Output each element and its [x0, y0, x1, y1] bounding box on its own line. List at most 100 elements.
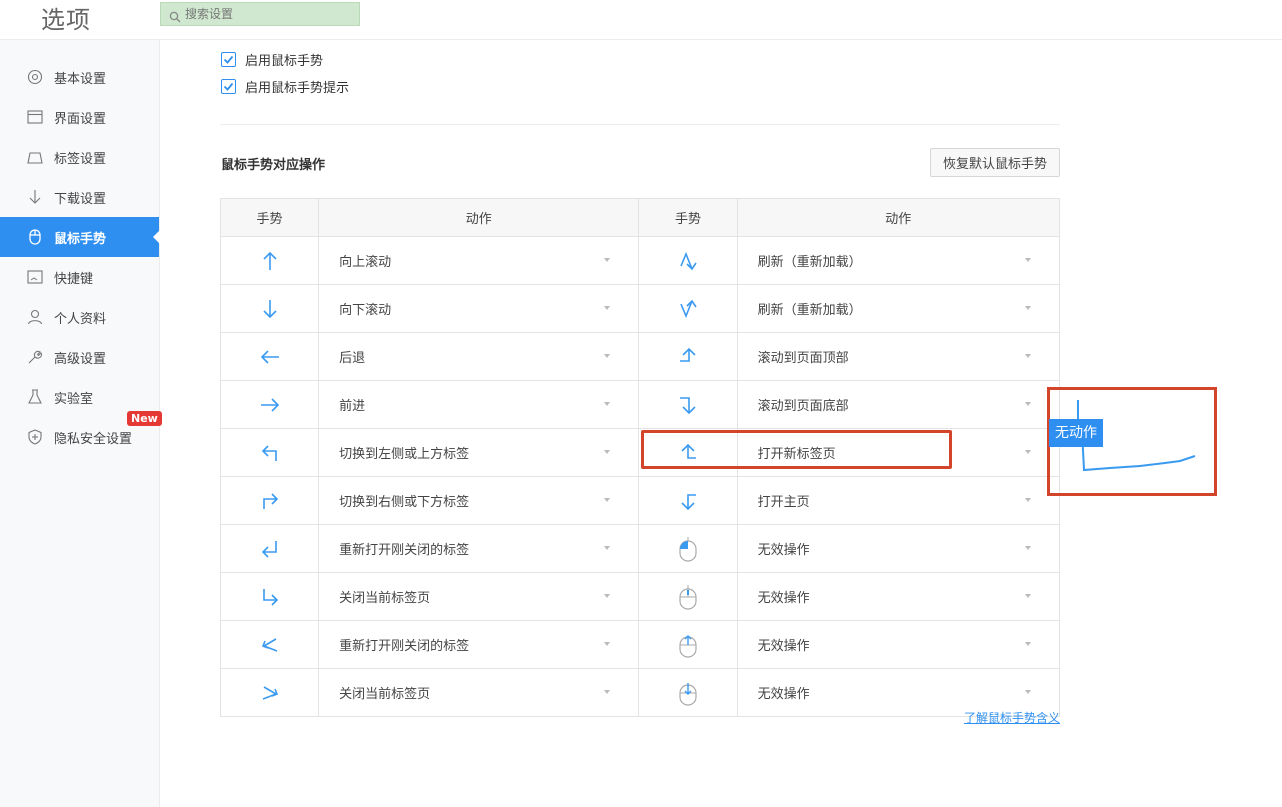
- chevron-down-icon: [1025, 642, 1031, 646]
- sidebar-item-label: 高级设置: [54, 351, 107, 367]
- keyboard-icon: [26, 268, 44, 286]
- column-header-gesture: 手势: [638, 198, 738, 237]
- sidebar-item-interface[interactable]: 界面设置: [0, 97, 159, 137]
- wrench-icon: [26, 348, 44, 366]
- action-select[interactable]: 前进: [319, 381, 638, 428]
- sidebar-item-profile[interactable]: 个人资料: [0, 297, 159, 337]
- chevron-down-icon: [604, 402, 611, 406]
- table-row: 重新打开刚关闭的标签 无效操作: [219, 524, 1061, 573]
- enable-gesture-hints-label: 启用鼠标手势提示: [245, 81, 350, 96]
- chevron-down-icon: [1025, 594, 1031, 598]
- sidebar-item-download[interactable]: 下载设置: [0, 177, 159, 217]
- action-select[interactable]: 关闭当前标签页: [319, 669, 638, 716]
- enable-gesture-hints-checkbox[interactable]: [221, 79, 236, 94]
- action-select[interactable]: 无效操作: [738, 573, 1059, 620]
- chevron-down-icon: [1025, 306, 1031, 310]
- sidebar-item-label: 鼠标手势: [54, 231, 107, 247]
- action-select-value: 滚动到页面底部: [757, 399, 849, 414]
- action-select-value: 关闭当前标签页: [339, 591, 431, 606]
- sidebar-item-label: 快捷键: [54, 271, 94, 287]
- flask-icon: [26, 388, 44, 406]
- sidebar-item-label: 实验室: [54, 391, 94, 407]
- arrow-left-icon: [259, 349, 281, 364]
- action-select[interactable]: 无效操作: [738, 621, 1059, 668]
- action-select-value: 重新打开刚关闭的标签: [339, 543, 470, 558]
- mouse-wheel-down-icon: [677, 682, 699, 706]
- gesture-left-down-icon: [677, 493, 699, 510]
- divider: [220, 124, 1060, 125]
- chevron-down-icon: [1025, 402, 1031, 406]
- action-select[interactable]: 无效操作: [738, 525, 1059, 572]
- action-select-value: 无效操作: [757, 687, 810, 702]
- sidebar-item-label: 隐私安全设置: [54, 431, 133, 447]
- chevron-down-icon: [1025, 258, 1031, 262]
- sidebar-item-advanced[interactable]: 高级设置: [0, 337, 159, 377]
- reset-gestures-button[interactable]: 恢复默认鼠标手势: [930, 148, 1060, 177]
- search-box[interactable]: [160, 2, 360, 26]
- action-select[interactable]: 刷新（重新加载）: [738, 285, 1059, 332]
- action-select-value: 无效操作: [757, 543, 810, 558]
- action-select[interactable]: 重新打开刚关闭的标签: [319, 621, 638, 668]
- column-header-action: 动作: [736, 198, 1061, 237]
- highlight-annotation: [641, 430, 952, 469]
- arrow-down-icon: [259, 299, 281, 318]
- action-select[interactable]: 关闭当前标签页: [319, 573, 638, 620]
- arrow-up-icon: [259, 251, 281, 270]
- action-select[interactable]: 打开主页: [738, 477, 1059, 524]
- action-select[interactable]: 滚动到页面底部: [738, 381, 1059, 428]
- sidebar-item-label: 基本设置: [54, 71, 107, 87]
- action-select-value: 切换到右侧或下方标签: [339, 495, 470, 510]
- shield-icon: [26, 428, 44, 446]
- gesture-help-link[interactable]: 了解鼠标手势含义: [964, 709, 1060, 726]
- gesture-down-left-icon: [259, 540, 281, 558]
- action-select-value: 前进: [339, 399, 366, 414]
- section-title: 鼠标手势对应操作: [221, 158, 326, 173]
- sidebar-item-mouse-gestures[interactable]: 鼠标手势: [0, 217, 160, 257]
- sidebar-item-tabs[interactable]: 标签设置: [0, 137, 159, 177]
- search-input[interactable]: [185, 5, 355, 23]
- sidebar-item-shortcuts[interactable]: 快捷键: [0, 257, 159, 297]
- table-header-row: 手势 动作 手势 动作: [219, 198, 1061, 237]
- sidebar-item-privacy[interactable]: 隐私安全设置 New: [0, 411, 162, 457]
- tab-icon: [26, 148, 44, 166]
- page-title: 选项: [41, 6, 91, 34]
- chevron-down-icon: [604, 450, 611, 454]
- sidebar-item-basic[interactable]: 基本设置: [0, 57, 159, 97]
- gesture-down-up-icon: [677, 299, 699, 318]
- gesture-up-down-icon: [677, 251, 699, 270]
- enable-gestures-label: 启用鼠标手势: [245, 54, 324, 69]
- action-select-value: 向上滚动: [339, 255, 392, 270]
- action-select[interactable]: 切换到右侧或下方标签: [319, 477, 638, 524]
- table-row: 后退 滚动到页面顶部: [219, 332, 1061, 381]
- action-select[interactable]: 后退: [319, 333, 638, 380]
- user-icon: [26, 308, 44, 326]
- action-select[interactable]: 刷新（重新加载）: [738, 237, 1059, 284]
- chevron-down-icon: [604, 642, 611, 646]
- action-select[interactable]: 向上滚动: [319, 237, 638, 284]
- action-select[interactable]: 滚动到页面顶部: [738, 333, 1059, 380]
- download-icon: [26, 188, 44, 206]
- enable-gesture-hints-option[interactable]: 启用鼠标手势提示: [221, 77, 349, 96]
- table-row: 关闭当前标签页 无效操作: [219, 668, 1061, 717]
- gesture-right-zigzag-icon: [259, 685, 281, 700]
- table-row: 向下滚动 刷新（重新加载）: [219, 284, 1061, 333]
- chevron-down-icon: [604, 690, 611, 694]
- chevron-down-icon: [1025, 690, 1031, 694]
- action-select[interactable]: 切换到左侧或上方标签: [319, 429, 638, 476]
- action-select-value: 无效操作: [757, 639, 810, 654]
- table-row: 关闭当前标签页 无效操作: [219, 572, 1061, 621]
- table-row: 前进 滚动到页面底部: [219, 380, 1061, 429]
- chevron-down-icon: [604, 594, 611, 598]
- action-select-value: 滚动到页面顶部: [757, 351, 849, 366]
- action-select[interactable]: 向下滚动: [319, 285, 638, 332]
- enable-gestures-checkbox[interactable]: [221, 52, 236, 67]
- action-select[interactable]: 重新打开刚关闭的标签: [319, 525, 638, 572]
- table-row: 切换到右侧或下方标签 打开主页: [219, 476, 1061, 525]
- window-icon: [26, 108, 44, 126]
- mouse-icon: [26, 228, 44, 246]
- gesture-up-right-icon: [259, 492, 281, 509]
- enable-gestures-option[interactable]: 启用鼠标手势: [221, 50, 323, 69]
- gear-icon: [26, 68, 44, 86]
- chevron-down-icon: [604, 306, 611, 310]
- sidebar-item-label: 界面设置: [54, 111, 107, 127]
